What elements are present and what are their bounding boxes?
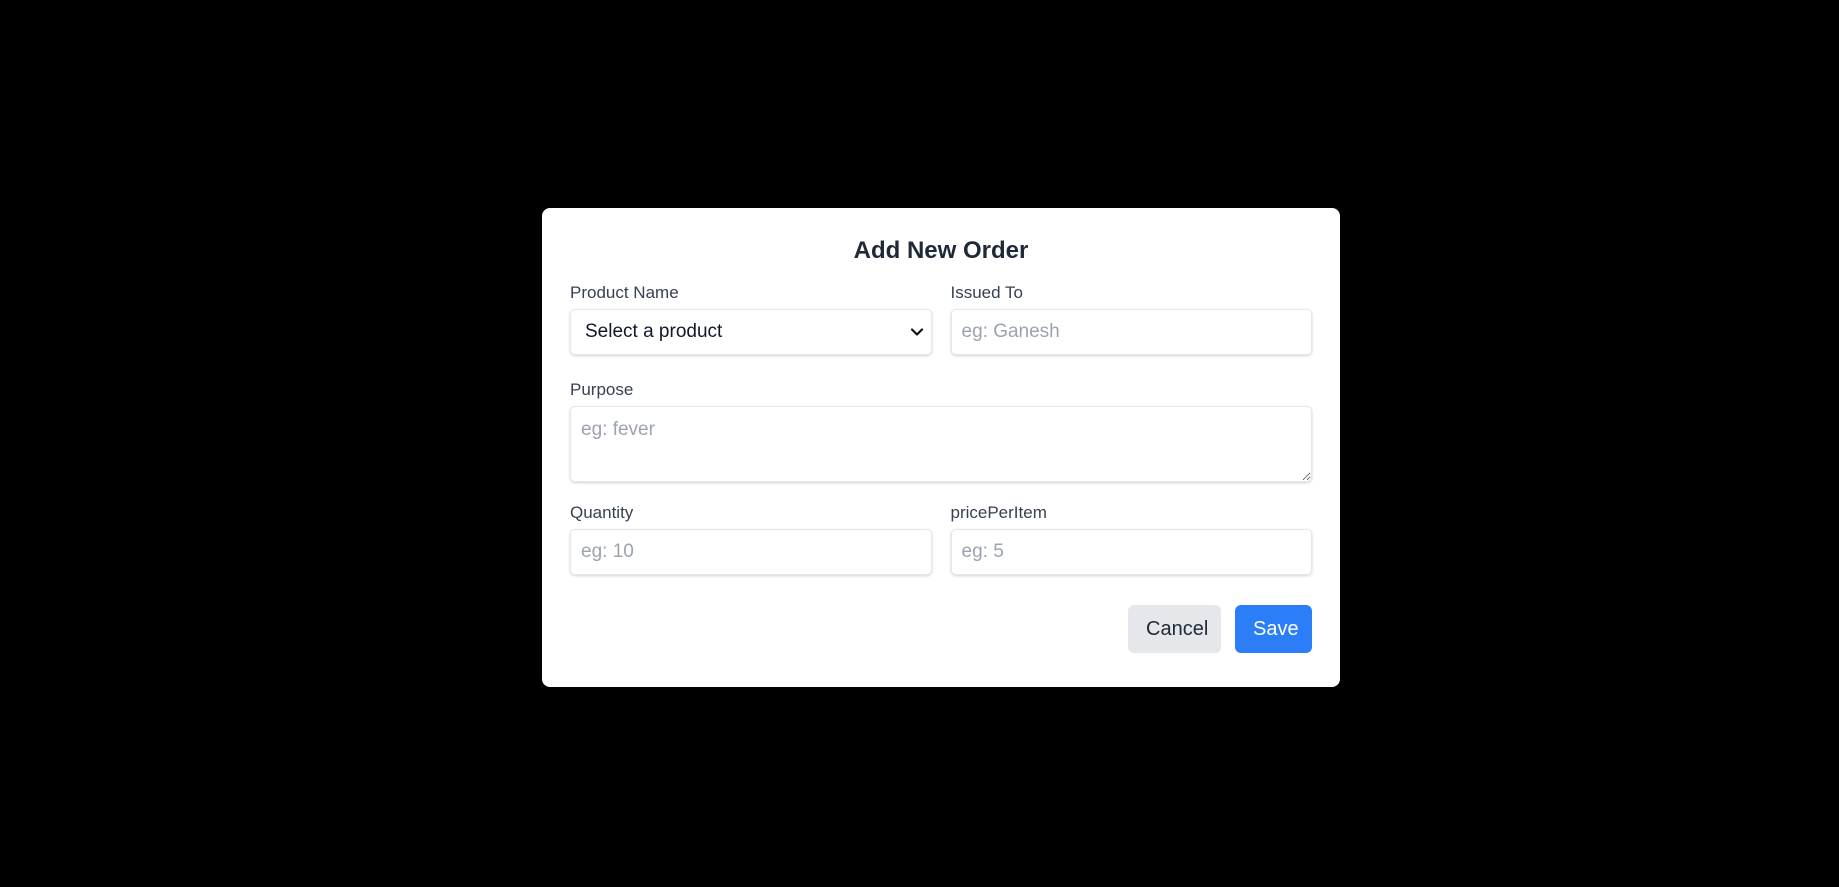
issued-to-label: Issued To bbox=[950, 283, 1023, 302]
product-select-wrapper: Select a product bbox=[570, 309, 932, 355]
purpose-field: Purpose bbox=[570, 379, 1312, 482]
price-per-item-input[interactable] bbox=[950, 529, 1312, 575]
product-name-field: Product Name Select a product bbox=[570, 282, 932, 355]
issued-to-field: Issued To bbox=[950, 282, 1312, 355]
price-per-item-label: pricePerItem bbox=[950, 503, 1047, 522]
issued-to-input[interactable] bbox=[950, 309, 1312, 355]
save-button[interactable]: Save bbox=[1235, 605, 1312, 653]
price-per-item-field: pricePerItem bbox=[950, 502, 1312, 575]
cancel-button[interactable]: Cancel bbox=[1128, 605, 1221, 653]
product-select[interactable]: Select a product bbox=[570, 309, 932, 355]
dialog-title: Add New Order bbox=[853, 237, 1029, 264]
chevron-down-icon bbox=[909, 324, 925, 340]
row-product-issued: Product Name Select a product Issued To bbox=[570, 282, 1312, 355]
product-name-label: Product Name bbox=[570, 283, 679, 302]
add-order-dialog: Add New Order Product Name Select a prod… bbox=[542, 208, 1340, 687]
quantity-input[interactable] bbox=[570, 529, 932, 575]
purpose-label: Purpose bbox=[570, 380, 634, 399]
quantity-field: Quantity bbox=[570, 502, 932, 575]
dialog-actions: Cancel Save bbox=[570, 605, 1312, 653]
product-select-value: Select a product bbox=[585, 321, 723, 342]
row-quantity-price: Quantity pricePerItem bbox=[570, 502, 1312, 575]
purpose-textarea[interactable] bbox=[570, 406, 1312, 482]
quantity-label: Quantity bbox=[570, 503, 634, 522]
